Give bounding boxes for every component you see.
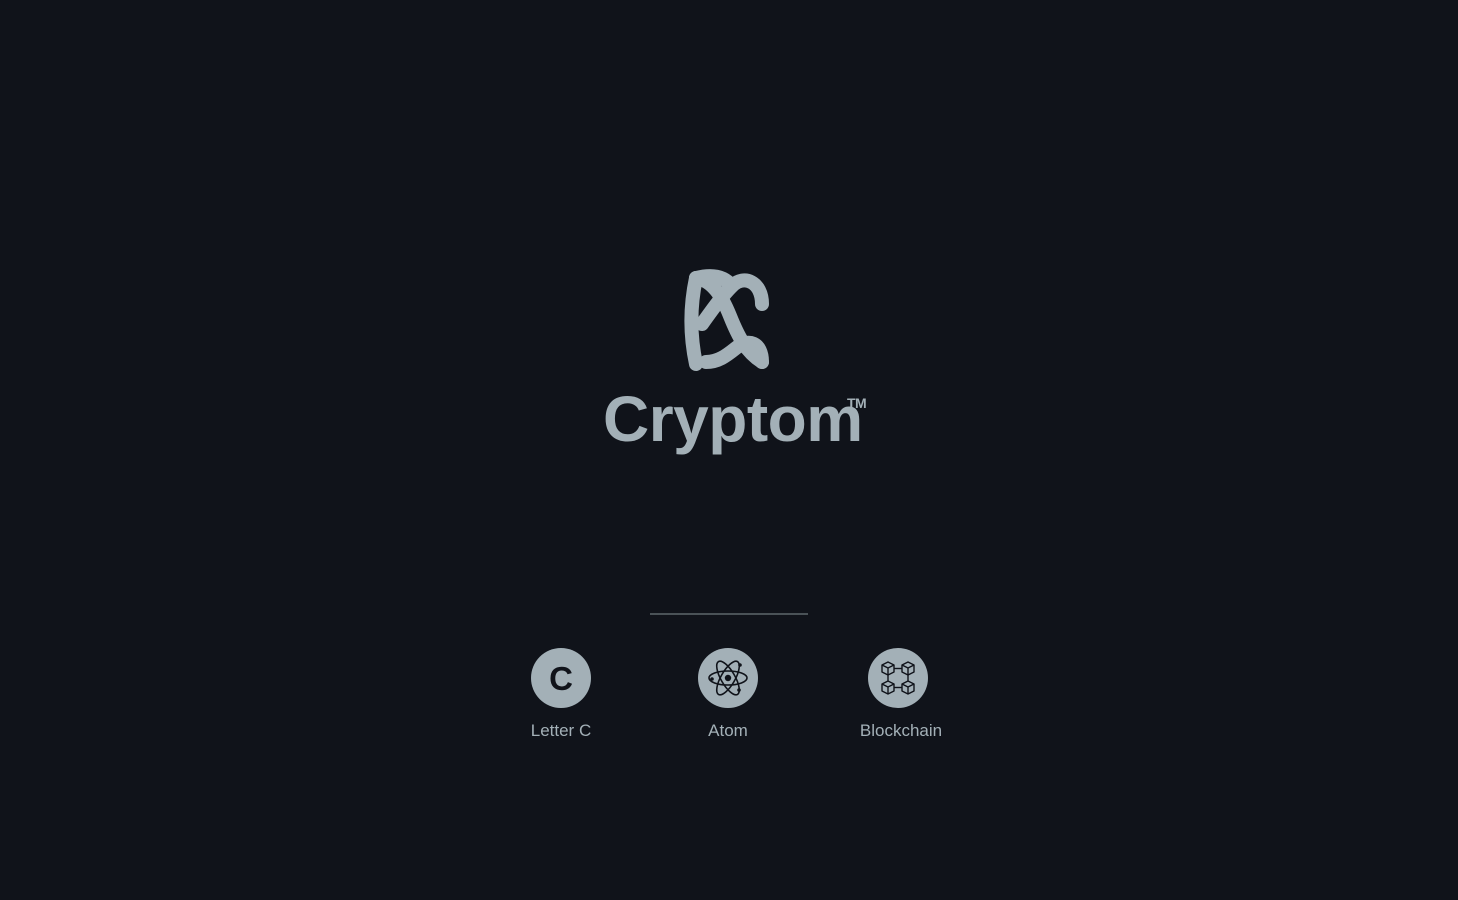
concept-blockchain: Blockchain xyxy=(831,648,971,741)
divider xyxy=(650,613,808,615)
concept-label: Letter C xyxy=(530,721,592,740)
concept-label: Atom xyxy=(708,721,748,740)
atom-icon xyxy=(698,648,758,708)
brand-wordmark: Cryptom xyxy=(603,383,863,455)
concept-atom: Atom xyxy=(658,648,798,741)
concept-letter-c: C Letter C xyxy=(491,648,631,741)
letter-c-glyph: C xyxy=(549,659,573,697)
letter-c-icon: C xyxy=(531,648,591,708)
cryptom-logo-icon xyxy=(684,269,769,371)
concept-label: Blockchain xyxy=(859,721,943,740)
blockchain-icon xyxy=(868,648,928,708)
trademark-symbol: TM xyxy=(847,395,867,411)
